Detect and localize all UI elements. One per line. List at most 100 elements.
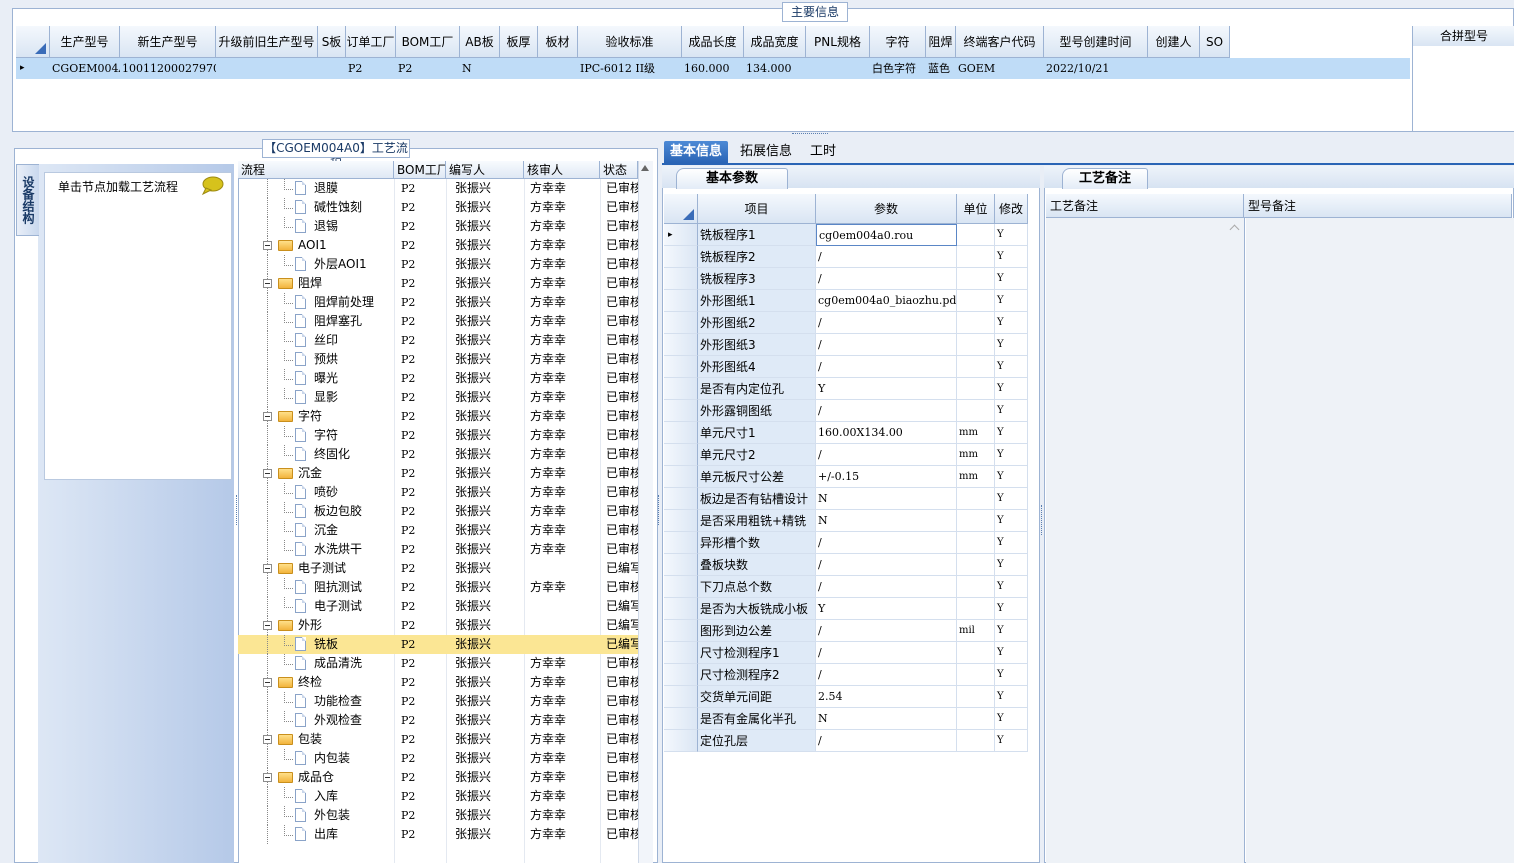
collapse-toggle-icon[interactable] <box>263 412 272 421</box>
tree-row[interactable]: 退锡 P2 张振兴 方幸幸 已审核 <box>238 217 638 236</box>
param-modify-cell[interactable]: Y <box>995 598 1028 620</box>
param-value-cell[interactable]: / <box>816 532 957 554</box>
param-modify-cell[interactable]: Y <box>995 246 1028 268</box>
tree-row[interactable]: 终固化 P2 张振兴 方幸幸 已审核 <box>238 445 638 464</box>
tree-column-header[interactable]: 编写人 <box>446 161 524 179</box>
param-value-cell[interactable]: / <box>816 444 957 466</box>
param-row[interactable]: 下刀点总个数 / Y <box>664 576 1028 598</box>
param-modify-cell[interactable]: Y <box>995 708 1028 730</box>
param-column-header[interactable]: 项目 <box>698 194 816 224</box>
tree-row[interactable]: 成品清洗 P2 张振兴 方幸幸 已审核 <box>238 654 638 673</box>
param-column-header[interactable]: 修改 <box>995 194 1028 224</box>
param-modify-cell[interactable]: Y <box>995 444 1028 466</box>
param-value-cell[interactable]: Y <box>816 378 957 400</box>
tab-equipment-structure[interactable]: 设备结构 <box>16 164 39 236</box>
param-row[interactable]: 交货单元间距 2.54 Y <box>664 686 1028 708</box>
tree-row[interactable]: AOI1 P2 张振兴 方幸幸 已审核 <box>238 236 638 255</box>
left-splitter-grip-icon[interactable] <box>236 495 240 525</box>
tree-row[interactable]: 退膜 P2 张振兴 方幸幸 已审核 <box>238 179 638 198</box>
column-header[interactable]: 创建人 <box>1148 26 1200 58</box>
column-header[interactable]: 板厚 <box>500 26 538 58</box>
param-modify-cell[interactable]: Y <box>995 554 1028 576</box>
tree-row[interactable]: 外观检查 P2 张振兴 方幸幸 已审核 <box>238 711 638 730</box>
param-modify-cell[interactable]: Y <box>995 532 1028 554</box>
collapse-toggle-icon[interactable] <box>263 678 272 687</box>
horizontal-splitter[interactable] <box>0 132 1514 138</box>
param-row[interactable]: 异形槽个数 / Y <box>664 532 1028 554</box>
param-row[interactable]: ▸ 铣板程序1 cg0em004a0.rou Y <box>664 224 1028 246</box>
tree-row[interactable]: 电子测试 P2 张振兴 已编写 <box>238 559 638 578</box>
param-row[interactable]: 定位孔层 / Y <box>664 730 1028 752</box>
tree-row[interactable]: 显影 P2 张振兴 方幸幸 已审核 <box>238 388 638 407</box>
param-value-cell[interactable]: 160.00X134.00 <box>816 422 957 444</box>
column-header[interactable]: BOM工厂 <box>396 26 460 58</box>
tree-row[interactable]: 沉金 P2 张振兴 方幸幸 已审核 <box>238 521 638 540</box>
equipment-tree-box[interactable] <box>44 172 232 480</box>
tree-row[interactable]: 包装 P2 张振兴 方幸幸 已审核 <box>238 730 638 749</box>
tree-row[interactable]: 阻焊前处理 P2 张振兴 方幸幸 已审核 <box>238 293 638 312</box>
param-value-cell[interactable]: / <box>816 356 957 378</box>
param-value-cell[interactable]: +/-0.15 <box>816 466 957 488</box>
param-row[interactable]: 图形到边公差 / mil Y <box>664 620 1028 642</box>
param-row[interactable]: 是否为大板铣成小板 Y Y <box>664 598 1028 620</box>
param-modify-cell[interactable]: Y <box>995 268 1028 290</box>
collapse-toggle-icon[interactable] <box>263 735 272 744</box>
param-modify-cell[interactable]: Y <box>995 290 1028 312</box>
param-value-cell[interactable]: cg0em004a0_biaozhu.pdf <box>816 290 957 312</box>
tree-row[interactable]: 阻抗测试 P2 张振兴 方幸幸 已审核 <box>238 578 638 597</box>
param-modify-cell[interactable]: Y <box>995 356 1028 378</box>
param-modify-cell[interactable]: Y <box>995 620 1028 642</box>
grid-corner-icon[interactable] <box>664 194 698 224</box>
param-row[interactable]: 单元尺寸1 160.00X134.00 mm Y <box>664 422 1028 444</box>
param-row[interactable]: 铣板程序3/ Y <box>664 268 1028 290</box>
tree-column-header[interactable]: 核审人 <box>524 161 600 179</box>
tree-row[interactable]: 终检 P2 张振兴 方幸幸 已审核 <box>238 673 638 692</box>
param-row[interactable]: 尺寸检测程序2/ Y <box>664 664 1028 686</box>
tree-row[interactable]: 功能检查 P2 张振兴 方幸幸 已审核 <box>238 692 638 711</box>
param-row[interactable]: 是否有内定位孔 Y Y <box>664 378 1028 400</box>
grid-corner-icon[interactable] <box>16 26 50 58</box>
collapse-toggle-icon[interactable] <box>263 469 272 478</box>
tree-row[interactable]: 铣板 P2 张振兴 已编写 <box>238 635 638 654</box>
model-remarks-field[interactable] <box>1246 218 1514 863</box>
param-modify-cell[interactable]: Y <box>995 488 1028 510</box>
tree-column-header[interactable]: BOM工厂 <box>394 161 446 179</box>
param-value-cell[interactable]: cg0em004a0.rou <box>816 224 957 246</box>
process-remarks-field[interactable] <box>1046 218 1245 863</box>
collapse-toggle-icon[interactable] <box>263 564 272 573</box>
param-value-cell[interactable]: / <box>816 642 957 664</box>
tree-row[interactable]: 阻焊 P2 张振兴 方幸幸 已审核 <box>238 274 638 293</box>
param-value-cell[interactable]: N <box>816 708 957 730</box>
tree-row[interactable]: 电子测试 P2 张振兴 已编写 <box>238 597 638 616</box>
column-header[interactable]: 阻焊 <box>926 26 956 58</box>
param-value-cell[interactable]: / <box>816 246 957 268</box>
param-value-cell[interactable]: / <box>816 554 957 576</box>
tree-row[interactable]: 喷砂 P2 张振兴 方幸幸 已审核 <box>238 483 638 502</box>
splitter-grip-icon[interactable] <box>792 133 828 137</box>
param-value-cell[interactable]: / <box>816 334 957 356</box>
collapse-toggle-icon[interactable] <box>263 773 272 782</box>
param-row[interactable]: 外形图纸4/ Y <box>664 356 1028 378</box>
column-header[interactable]: AB板 <box>460 26 500 58</box>
param-value-cell[interactable]: / <box>816 312 957 334</box>
tree-row[interactable]: 外层AOI1 P2 张振兴 方幸幸 已审核 <box>238 255 638 274</box>
column-header[interactable]: 板材 <box>538 26 578 58</box>
param-modify-cell[interactable]: Y <box>995 730 1028 752</box>
tree-row[interactable]: 碱性蚀刻 P2 张振兴 方幸幸 已审核 <box>238 198 638 217</box>
tab-basic-info[interactable]: 基本信息 <box>664 141 729 163</box>
param-modify-cell[interactable]: Y <box>995 510 1028 532</box>
param-modify-cell[interactable]: Y <box>995 378 1028 400</box>
param-row[interactable]: 是否采用粗铣+精铣 N Y <box>664 510 1028 532</box>
param-row[interactable]: 外形露铜图纸 / Y <box>664 400 1028 422</box>
tree-row[interactable]: 曝光 P2 张振兴 方幸幸 已审核 <box>238 369 638 388</box>
tree-row[interactable]: 预烘 P2 张振兴 方幸幸 已审核 <box>238 350 638 369</box>
param-value-cell[interactable]: / <box>816 400 957 422</box>
param-row[interactable]: 外形图纸3/ Y <box>664 334 1028 356</box>
column-header[interactable]: 成品长度 <box>682 26 744 58</box>
param-row[interactable]: 是否有金属化半孔 N Y <box>664 708 1028 730</box>
column-header[interactable]: S板 <box>318 26 346 58</box>
param-row[interactable]: 外形图纸1 cg0em004a0_biaozhu.pdf Y <box>664 290 1028 312</box>
param-row[interactable]: 铣板程序2/ Y <box>664 246 1028 268</box>
tree-row[interactable]: 阻焊塞孔 P2 张振兴 方幸幸 已审核 <box>238 312 638 331</box>
tree-row[interactable]: 字符 P2 张振兴 方幸幸 已审核 <box>238 407 638 426</box>
